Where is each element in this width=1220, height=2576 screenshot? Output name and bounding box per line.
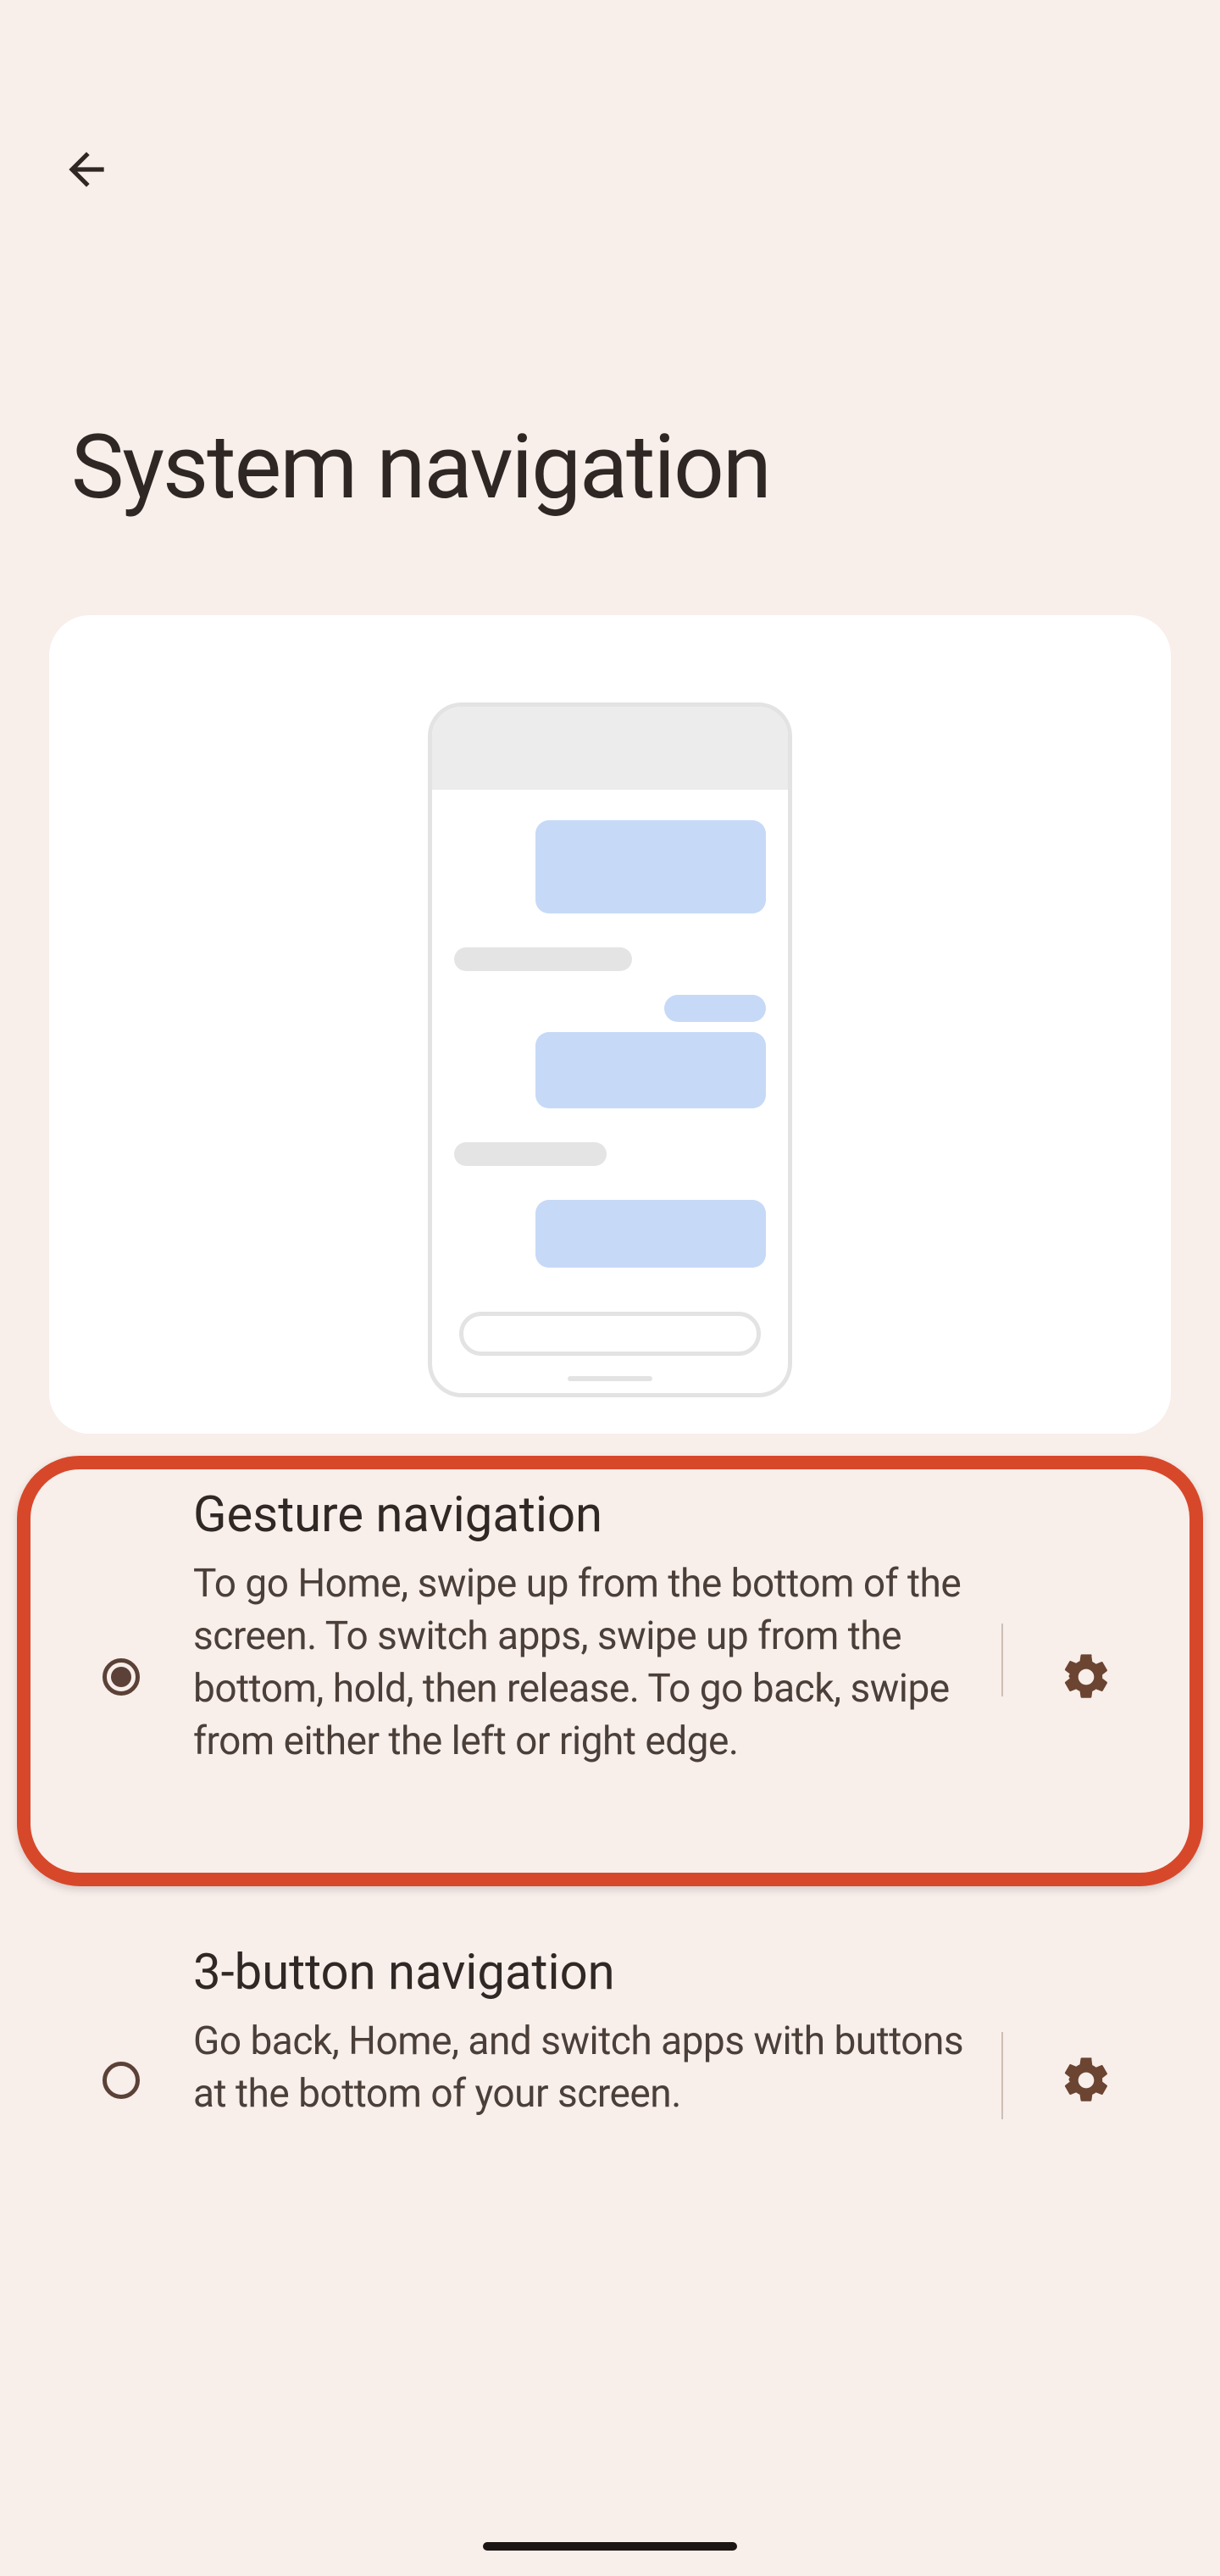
option-gesture-navigation[interactable]: Gesture navigation To go Home, swipe up … (49, 1476, 1171, 1878)
option-description: Go back, Home, and switch apps with butt… (193, 2015, 993, 2120)
back-button[interactable] (56, 139, 117, 200)
gear-icon (1059, 2053, 1113, 2107)
option-title: 3-button navigation (193, 1944, 993, 2001)
option-text: Gesture navigation To go Home, swipe up … (193, 1476, 1001, 1768)
option-3button-navigation[interactable]: 3-button navigation Go back, Home, and s… (49, 1934, 1171, 2226)
phone-illustration (428, 702, 792, 1397)
navigation-preview-card (49, 615, 1171, 1434)
gear-icon (1059, 1650, 1113, 1704)
gesture-settings-button[interactable] (1001, 1476, 1171, 1878)
radio-gesture[interactable] (103, 1658, 140, 1696)
radio-column (49, 1934, 193, 2226)
arrow-left-icon (60, 143, 113, 196)
3button-settings-button[interactable] (1001, 1934, 1171, 2226)
home-indicator[interactable] (483, 2542, 737, 2551)
settings-screen: System navigation Gesture navigation (0, 0, 1220, 2576)
radio-3button[interactable] (103, 2062, 140, 2099)
option-title: Gesture navigation (193, 1486, 993, 1544)
option-description: To go Home, swipe up from the bot­tom of… (193, 1557, 993, 1768)
page-title: System navigation (71, 415, 770, 519)
option-text: 3-button navigation Go back, Home, and s… (193, 1934, 1001, 2120)
radio-column (49, 1476, 193, 1878)
